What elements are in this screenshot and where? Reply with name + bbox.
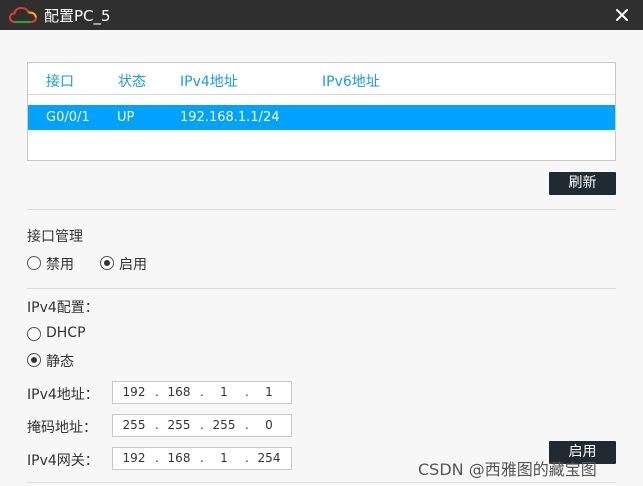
watermark-text: CSDN @西雅图的藏宝图 [418, 460, 597, 479]
octet-4[interactable]: 0 [251, 418, 287, 432]
subnet-mask-input[interactable]: 255 . 255 . 255 . 0 [112, 414, 292, 437]
octet-1[interactable]: 192 [116, 451, 152, 465]
column-header-ipv4[interactable]: IPv4地址 [180, 71, 238, 91]
window-title: 配置PC_5 [44, 7, 111, 25]
section-divider [27, 209, 616, 210]
table-row[interactable]: G0/0/1 UP 192.168.1.1/24 [28, 105, 615, 130]
cell-interface: G0/0/1 [46, 110, 90, 125]
config-window: 配置PC_5 接口 状态 IPv4地址 IPv6地址 G0/0/1 UP 192… [0, 0, 643, 486]
interface-table: 接口 状态 IPv4地址 IPv6地址 G0/0/1 UP 192.168.1.… [27, 62, 616, 161]
close-icon [616, 9, 628, 21]
column-header-interface[interactable]: 接口 [46, 71, 74, 91]
subnet-mask-label: 掩码地址： [27, 420, 97, 436]
iface-mgmt-heading: 接口管理 [27, 229, 83, 245]
column-header-status[interactable]: 状态 [118, 71, 146, 91]
octet-4[interactable]: 254 [251, 451, 287, 465]
cloud-logo-icon [9, 6, 37, 24]
refresh-button[interactable]: 刷新 [549, 172, 616, 195]
gateway-input[interactable]: 192 . 168 . 1 . 254 [112, 447, 292, 470]
table-header-divider [28, 94, 615, 95]
column-header-ipv6[interactable]: IPv6地址 [322, 71, 380, 91]
static-radio[interactable] [27, 353, 41, 367]
octet-4[interactable]: 1 [251, 385, 287, 399]
cell-status: UP [117, 110, 135, 125]
octet-2[interactable]: 255 [161, 418, 197, 432]
octet-3[interactable]: 1 [206, 451, 242, 465]
octet-1[interactable]: 255 [116, 418, 152, 432]
title-bar: 配置PC_5 [0, 0, 643, 30]
disable-radio[interactable] [27, 256, 41, 270]
static-label[interactable]: 静态 [46, 351, 74, 371]
dhcp-radio[interactable] [27, 327, 41, 341]
enable-radio[interactable] [100, 256, 114, 270]
cell-ipv4: 192.168.1.1/24 [180, 110, 280, 125]
section-divider [27, 482, 616, 483]
octet-3[interactable]: 255 [206, 418, 242, 432]
disable-label[interactable]: 禁用 [46, 254, 74, 274]
section-divider [27, 288, 616, 289]
ipv4-config-heading: IPv4配置： [27, 300, 99, 316]
octet-1[interactable]: 192 [116, 385, 152, 399]
dhcp-label[interactable]: DHCP [46, 325, 86, 341]
enable-label[interactable]: 启用 [119, 254, 147, 274]
close-button[interactable] [610, 4, 634, 26]
gateway-label: IPv4网关： [27, 453, 99, 469]
ipv4-address-input[interactable]: 192 . 168 . 1 . 1 [112, 381, 292, 404]
octet-3[interactable]: 1 [206, 385, 242, 399]
octet-2[interactable]: 168 [161, 385, 197, 399]
octet-2[interactable]: 168 [161, 451, 197, 465]
ipv4-address-label: IPv4地址： [27, 387, 99, 403]
